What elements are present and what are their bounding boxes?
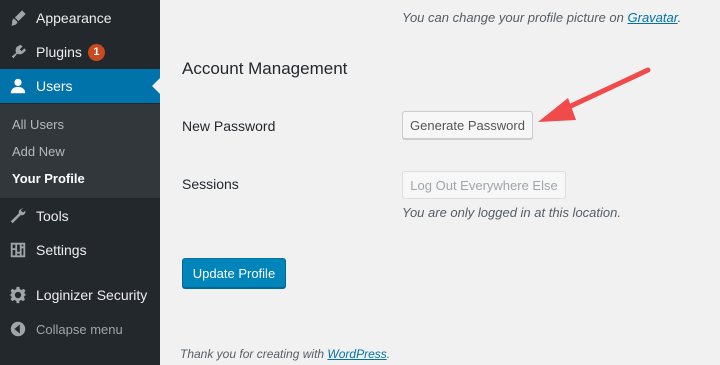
menu-item-settings[interactable]: Settings [0, 233, 160, 267]
update-count-badge: 1 [87, 43, 105, 61]
user-icon [8, 76, 28, 96]
menu-item-label: Plugins [36, 44, 82, 60]
submenu-all-users[interactable]: All Users [12, 117, 64, 132]
gear-icon [8, 285, 28, 305]
menu-item-label: Loginizer Security [36, 287, 148, 303]
sessions-label: Sessions [182, 176, 239, 192]
collapse-menu-button[interactable]: Collapse menu [0, 312, 160, 346]
new-password-label: New Password [182, 118, 276, 134]
gravatar-link[interactable]: Gravatar [628, 10, 678, 25]
plugin-icon [8, 42, 28, 62]
menu-item-appearance[interactable]: Appearance [0, 1, 160, 35]
sessions-note: You are only logged in at this location. [402, 205, 621, 220]
footer-suffix: . [386, 347, 391, 361]
update-profile-button[interactable]: Update Profile [182, 258, 286, 288]
menu-item-label: Tools [36, 208, 69, 224]
admin-footer: Thank you for creating with WordPress. [180, 347, 390, 361]
wrench-icon [8, 206, 28, 226]
menu-item-tools[interactable]: Tools [0, 199, 160, 233]
profile-picture-description: You can change your profile picture on G… [402, 10, 681, 25]
menu-item-users[interactable]: Users [0, 69, 160, 103]
account-management-heading: Account Management [182, 59, 348, 78]
wordpress-link[interactable]: WordPress [327, 347, 386, 361]
menu-item-plugins[interactable]: Plugins 1 [0, 35, 160, 69]
annotation-arrow-icon [538, 67, 651, 122]
submenu-add-new[interactable]: Add New [12, 144, 65, 159]
paintbrush-icon [8, 8, 28, 28]
generate-password-button[interactable]: Generate Password [402, 111, 533, 139]
collapse-menu-label: Collapse menu [36, 321, 123, 337]
submenu-your-profile[interactable]: Your Profile [12, 171, 85, 186]
settings-icon [8, 240, 28, 260]
profile-picture-suffix: . [677, 10, 682, 25]
logout-everywhere-button[interactable]: Log Out Everywhere Else [402, 171, 566, 199]
users-submenu: All Users Add New Your Profile [0, 104, 160, 198]
menu-item-label: Users [36, 78, 73, 94]
menu-item-loginizer-security[interactable]: Loginizer Security [0, 278, 160, 312]
footer-text: Thank you for creating with [180, 347, 325, 361]
menu-item-label: Appearance [36, 10, 112, 26]
main-content: You can change your profile picture on G… [160, 0, 720, 365]
profile-picture-text: You can change your profile picture on [402, 10, 624, 25]
collapse-arrow-icon [8, 319, 28, 339]
admin-sidebar: Appearance Plugins 1 Users All Users Add… [0, 0, 160, 365]
menu-item-label: Settings [36, 242, 87, 258]
